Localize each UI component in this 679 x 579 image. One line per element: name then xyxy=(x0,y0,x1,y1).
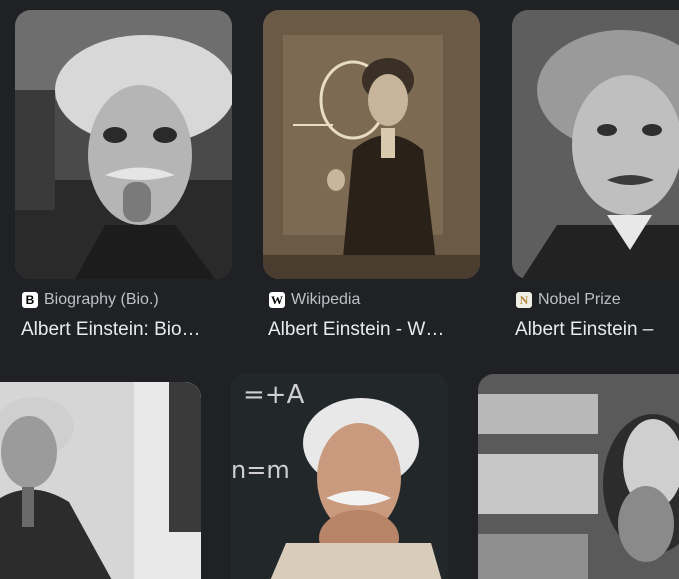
result-title-3[interactable]: Albert Einstein – xyxy=(515,319,679,341)
result-thumbnail-5[interactable]: =+A n=m xyxy=(231,373,448,579)
result-thumbnail-3[interactable] xyxy=(512,10,679,279)
wikipedia-favicon-icon: W xyxy=(269,292,285,308)
result-source-label: Nobel Prize xyxy=(538,291,621,308)
result-thumbnail-6[interactable] xyxy=(478,374,679,579)
result-title-1[interactable]: Albert Einstein: Bio… xyxy=(21,319,236,341)
result-thumbnail-1[interactable] xyxy=(15,10,232,279)
biography-favicon-icon: B xyxy=(22,292,38,308)
nobel-prize-favicon-icon: N xyxy=(516,292,532,308)
image-results-grid: B Biography (Bio.) Albert Einstein: Bio…… xyxy=(0,0,679,579)
result-thumbnail-4[interactable] xyxy=(0,382,201,579)
result-thumbnail-2[interactable] xyxy=(263,10,480,279)
result-source-label: Biography (Bio.) xyxy=(44,291,159,308)
result-source-2[interactable]: W Wikipedia xyxy=(269,291,360,309)
result-source-label: Wikipedia xyxy=(291,291,361,308)
result-source-3[interactable]: N Nobel Prize xyxy=(516,291,621,309)
result-source-1[interactable]: B Biography (Bio.) xyxy=(22,291,159,309)
svg-text:n=m: n=m xyxy=(231,456,290,484)
result-title-2[interactable]: Albert Einstein - W… xyxy=(268,319,483,341)
svg-text:=+A: =+A xyxy=(243,380,305,410)
